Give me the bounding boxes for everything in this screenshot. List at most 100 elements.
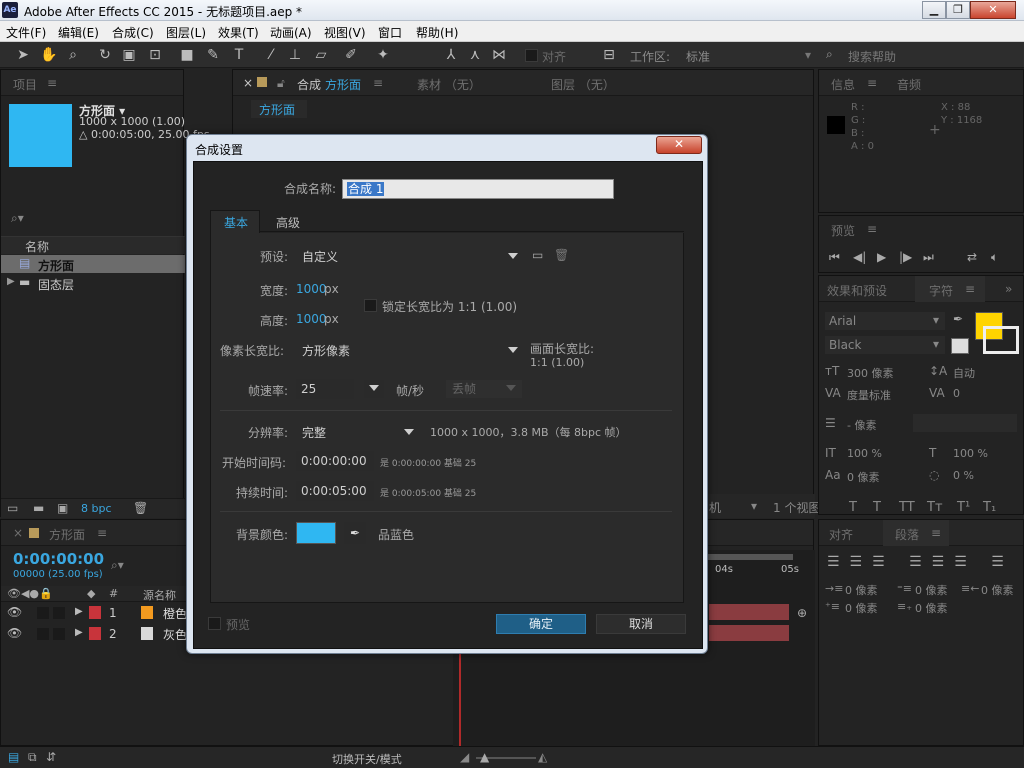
align-checkbox[interactable] (525, 49, 538, 62)
axis-world-icon[interactable]: ⋏ (466, 46, 484, 64)
vr-icon[interactable]: ⊟ (600, 46, 618, 64)
space-after-value[interactable]: 0 像素 (915, 600, 948, 616)
tracking-value[interactable]: 0 (953, 387, 960, 400)
rotate-tool-icon[interactable]: ↻ (96, 46, 114, 64)
graph-editor-icon[interactable]: ⇵ (46, 750, 56, 764)
layer-bar[interactable] (709, 604, 789, 620)
last-frame-icon[interactable]: ⏭ (923, 250, 934, 265)
baseline-shift-value[interactable]: 0 像素 (847, 469, 880, 485)
layer-bar[interactable] (709, 625, 789, 641)
layer-name[interactable]: 灰色 (163, 626, 187, 643)
panel-menu-icon[interactable]: ≡ (373, 76, 383, 90)
workspace-dropdown[interactable]: 标准 (686, 48, 710, 65)
tab-composition[interactable]: 合成 (297, 76, 321, 93)
faux-bold-icon[interactable]: T (849, 500, 857, 515)
alignment-buttons-icon[interactable]: ☰☰☰ ☰☰☰ ☰ (827, 554, 1014, 570)
stroke-width-value[interactable]: - 像素 (847, 417, 876, 433)
expand-panels-icon[interactable]: » (1005, 282, 1012, 296)
current-time-display[interactable]: 0:00:00:00 (13, 550, 104, 568)
trash-icon[interactable]: 🗑 (133, 501, 148, 515)
indent-left-value[interactable]: 0 像素 (845, 582, 878, 598)
pen-tool-icon[interactable]: ✎ (204, 46, 222, 64)
interpret-footage-icon[interactable]: ▭ (7, 501, 18, 515)
preview-checkbox[interactable] (208, 617, 221, 630)
expand-layer-icon[interactable]: ⧉ (28, 750, 37, 765)
comp-mini-flowchart-icon[interactable]: ▤ (8, 750, 19, 764)
list-item[interactable]: ▶ ▬ 固态层 (1, 274, 185, 292)
ok-button[interactable]: 确定 (496, 614, 586, 634)
close-window-button[interactable]: ✕ (970, 1, 1016, 19)
tab-paragraph[interactable]: 段落 (895, 526, 919, 543)
camera-tool-icon[interactable]: ▣ (120, 46, 138, 64)
font-size-value[interactable]: 300 像素 (847, 365, 894, 381)
frame-rate-input[interactable]: 25 (296, 379, 354, 399)
eyedropper-icon[interactable]: ✒ (953, 312, 963, 326)
zoom-slider-thumb-icon[interactable]: ▲ (480, 750, 489, 764)
eraser-tool-icon[interactable]: ▱ (312, 46, 330, 64)
rectangle-tool-icon[interactable]: ■ (178, 46, 196, 64)
play-icon[interactable]: ▶ (877, 250, 886, 264)
playhead[interactable] (459, 650, 461, 747)
default-colors-icon[interactable] (951, 338, 969, 354)
speaker-icon[interactable]: 🔈︎ (991, 250, 998, 265)
bpc-button[interactable]: 8 bpc (81, 502, 112, 515)
menu-file[interactable]: 文件(F) (6, 24, 46, 41)
cancel-button[interactable]: 取消 (596, 614, 686, 634)
axis-local-icon[interactable]: ⅄ (442, 46, 460, 64)
type-tool-icon[interactable]: T (230, 46, 248, 64)
layer-label-color[interactable] (89, 606, 101, 619)
maximize-button[interactable]: ❐ (946, 1, 970, 19)
panel-menu-icon[interactable]: ≡ (47, 76, 57, 90)
tab-align[interactable]: 对齐 (829, 526, 853, 543)
selection-tool-icon[interactable]: ➤ (14, 46, 32, 64)
small-caps-icon[interactable]: Tт (927, 500, 943, 515)
faux-italic-icon[interactable]: T (873, 500, 881, 515)
save-preset-icon[interactable]: ▭ (532, 248, 543, 262)
menu-edit[interactable]: 编辑(E) (58, 24, 99, 41)
tab-info[interactable]: 信息 (831, 76, 855, 93)
kerning-value[interactable]: 度量标准 (847, 387, 891, 403)
resolution-dropdown[interactable]: 完整 (302, 424, 414, 442)
tab-effects-presets[interactable]: 效果和预设 (827, 282, 887, 299)
panel-menu-icon[interactable]: ≡ (931, 526, 941, 540)
panel-menu-icon[interactable]: ≡ (97, 526, 107, 540)
next-frame-icon[interactable]: |▶ (899, 250, 912, 264)
panel-menu-icon[interactable]: ≡ (867, 222, 877, 236)
pixel-aspect-dropdown[interactable]: 方形像素 (302, 342, 518, 360)
zoom-tool-icon[interactable]: ⌕ (64, 46, 82, 64)
layer-name[interactable]: 橙色 (163, 605, 187, 622)
menu-animation[interactable]: 动画(A) (270, 24, 312, 41)
menu-composition[interactable]: 合成(C) (112, 24, 154, 41)
layer-switch-icon[interactable]: ⊕ (797, 606, 807, 620)
menu-window[interactable]: 窗口 (378, 24, 402, 41)
panel-menu-icon[interactable]: ≡ (965, 282, 975, 296)
space-before-value[interactable]: 0 像素 (845, 600, 878, 616)
tab-character[interactable]: 字符 (929, 282, 953, 299)
lock-aspect-checkbox[interactable] (364, 299, 377, 312)
views-dropdown[interactable]: 1 个视图 (773, 499, 820, 516)
horizontal-scale-value[interactable]: 100 % (953, 447, 988, 460)
eye-icon[interactable]: 👁︎ (7, 605, 22, 619)
tab-project[interactable]: 项目 (13, 76, 37, 93)
menu-effect[interactable]: 效果(T) (218, 24, 259, 41)
tab-basic[interactable]: 基本 (224, 214, 248, 231)
chevron-down-icon[interactable]: ▾ (751, 499, 757, 513)
subscript-icon[interactable]: T₁ (983, 500, 996, 515)
loop-icon[interactable]: ⇄ (967, 250, 977, 264)
previous-frame-icon[interactable]: ◀| (853, 250, 866, 264)
indent-right-value[interactable]: 0 像素 (981, 582, 1014, 598)
preset-dropdown[interactable]: 自定义 (302, 248, 518, 266)
background-color-swatch[interactable] (296, 522, 336, 544)
new-folder-icon[interactable]: ▬ (33, 501, 44, 515)
menu-view[interactable]: 视图(V) (324, 24, 366, 41)
lock-switch[interactable] (53, 628, 65, 640)
new-comp-icon[interactable]: ▣ (57, 501, 68, 515)
font-style-dropdown[interactable]: Black (829, 338, 861, 352)
column-name[interactable]: 名称 (25, 238, 49, 255)
axis-view-icon[interactable]: ⋈ (490, 46, 508, 64)
hand-tool-icon[interactable]: ✋ (40, 46, 58, 64)
duration-input[interactable]: 0:00:05:00 (296, 481, 374, 501)
panel-menu-icon[interactable]: ≡ (867, 76, 877, 90)
expand-arrow-icon[interactable]: ▶ (75, 606, 83, 617)
zoom-in-icon[interactable]: ◭ (538, 750, 547, 764)
